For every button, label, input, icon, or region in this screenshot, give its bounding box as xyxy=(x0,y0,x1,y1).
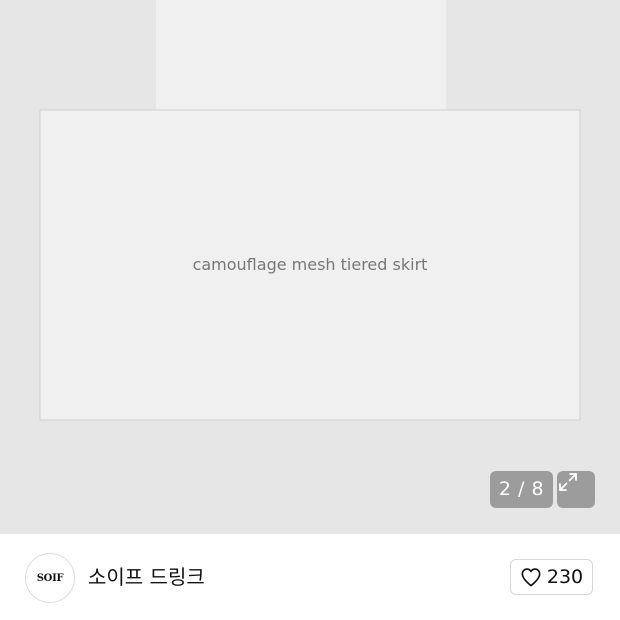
expand-icon xyxy=(559,473,577,491)
product-image: camouflage mesh tiered skirt xyxy=(0,0,620,534)
expand-button[interactable] xyxy=(557,471,595,508)
image-counter: 2 / 8 xyxy=(490,471,553,508)
product-photo[interactable]: camouflage mesh tiered skirt 2 / 8 xyxy=(0,0,620,534)
image-placeholder-label: camouflage mesh tiered skirt xyxy=(193,255,428,274)
seller-name[interactable]: 소이프 드링크 xyxy=(88,562,205,592)
image-counter-text: 2 / 8 xyxy=(498,478,545,500)
like-button[interactable]: 230 xyxy=(510,559,593,595)
seller-avatar-text: SOIF xyxy=(36,572,64,584)
heart-icon xyxy=(521,568,541,587)
like-count: 230 xyxy=(546,566,584,588)
seller-bar: SOIF 소이프 드링크 230 xyxy=(0,534,620,620)
seller-avatar[interactable]: SOIF xyxy=(25,553,75,603)
